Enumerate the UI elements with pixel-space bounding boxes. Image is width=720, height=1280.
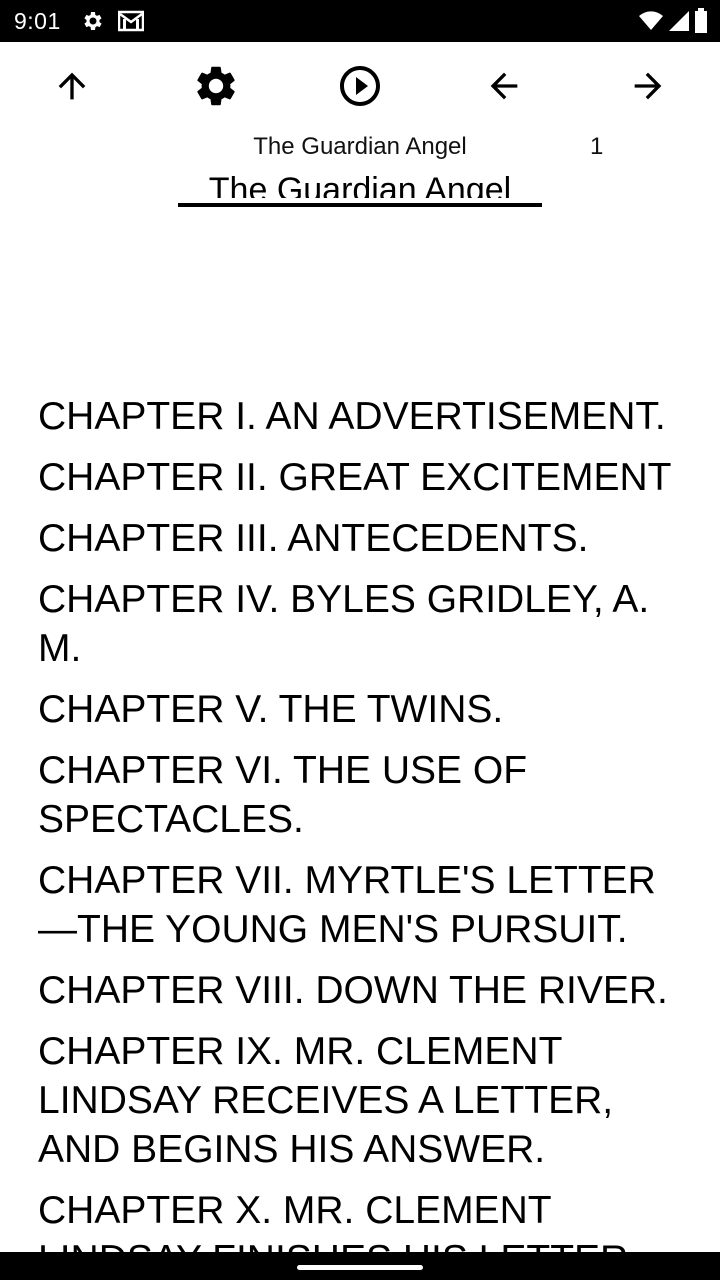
gear-icon (197, 66, 235, 106)
forward-button[interactable] (624, 62, 672, 110)
book-title-large-container: The Guardian Angel (178, 168, 542, 198)
status-right-icons (638, 8, 708, 39)
chapter-item[interactable]: CHAPTER X. MR. CLEMENT LINDSAY FINISHES … (38, 1186, 688, 1252)
up-button[interactable] (48, 62, 96, 110)
wifi-icon (638, 9, 664, 38)
chapter-item[interactable]: CHAPTER II. GREAT EXCITEMENT (38, 453, 688, 514)
chapter-item[interactable]: CHAPTER VIII. DOWN THE RIVER. (38, 966, 688, 1027)
chapter-item[interactable]: CHAPTER I. AN ADVERTISEMENT. (38, 392, 688, 453)
navigation-bar (0, 1252, 720, 1280)
arrow-right-icon (634, 72, 662, 100)
chapter-item[interactable]: CHAPTER VII. MYRTLE'S LETTER—THE YOUNG M… (38, 856, 688, 966)
back-button[interactable] (480, 62, 528, 110)
settings-button[interactable] (192, 62, 240, 110)
arrow-left-icon (490, 72, 518, 100)
gear-icon (80, 9, 104, 33)
play-button[interactable] (336, 62, 384, 110)
chapter-item[interactable]: CHAPTER IV. BYLES GRIDLEY, A. M. (38, 575, 688, 685)
gmail-icon (117, 9, 145, 33)
page-number: 1 (590, 133, 604, 160)
title-underline (178, 203, 542, 207)
chapter-item[interactable]: CHAPTER IX. MR. CLEMENT LINDSAY RECEIVES… (38, 1027, 688, 1186)
play-circle-icon (340, 66, 380, 106)
status-time: 9:01 (14, 8, 61, 34)
chapter-item[interactable]: CHAPTER V. THE TWINS. (38, 685, 688, 746)
battery-icon (694, 8, 708, 39)
chapter-item[interactable]: CHAPTER VI. THE USE OF SPECTACLES. (38, 746, 688, 856)
chapter-item[interactable]: CHAPTER III. ANTECEDENTS. (38, 514, 688, 575)
signal-icon (668, 9, 690, 38)
chapter-list[interactable]: CHAPTER I. AN ADVERTISEMENT. CHAPTER II.… (38, 392, 688, 1252)
toolbar (0, 42, 720, 132)
status-bar: 9:01 (0, 0, 720, 42)
arrow-up-icon (58, 72, 86, 100)
book-title-large: The Guardian Angel (208, 171, 512, 198)
home-gesture-handle[interactable] (297, 1265, 423, 1270)
book-title-small: The Guardian Angel (253, 133, 467, 160)
